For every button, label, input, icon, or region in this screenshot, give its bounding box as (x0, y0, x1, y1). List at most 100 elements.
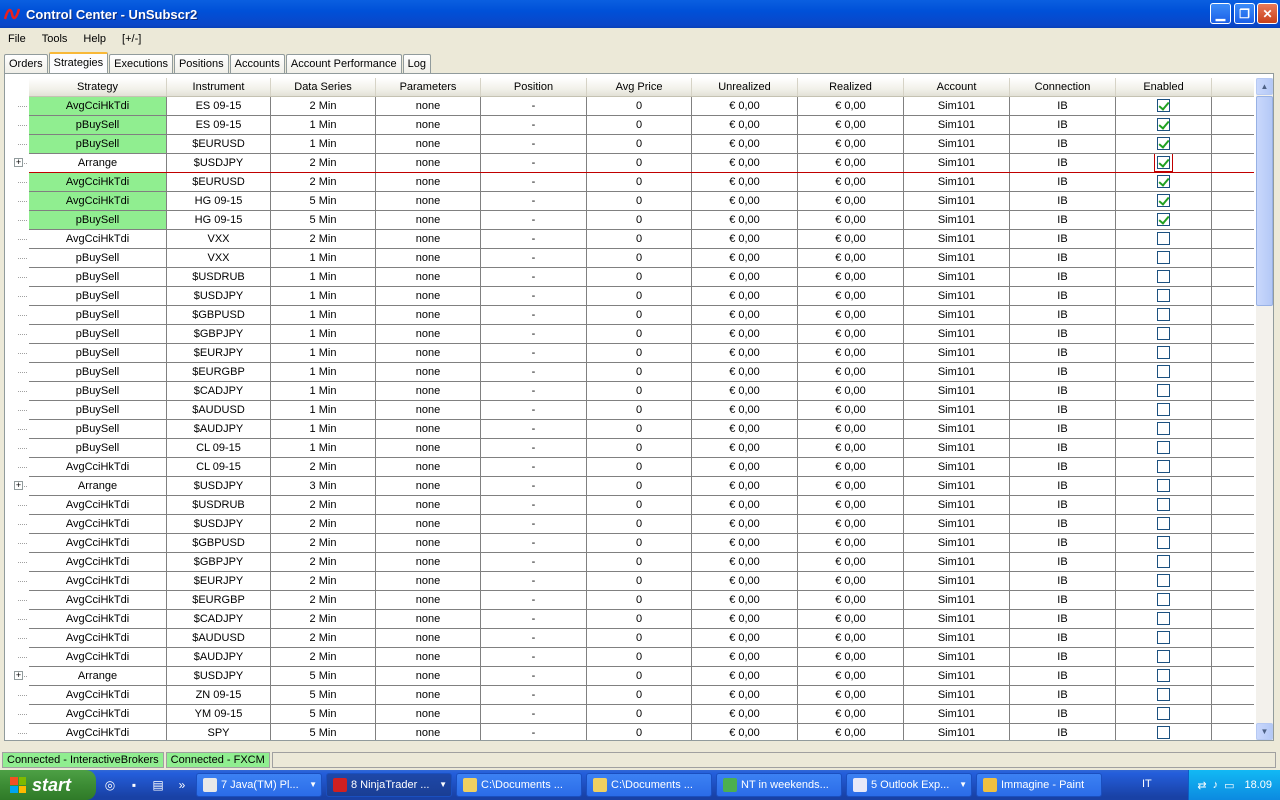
enabled-checkbox[interactable] (1157, 250, 1170, 264)
tab-executions[interactable]: Executions (109, 54, 173, 73)
table-row[interactable]: AvgCciHkTdi $GBPUSD 2 Min none -0 € 0,00 € 0,0… (29, 534, 1254, 553)
table-row[interactable]: pBuySell $GBPJPY 1 Min none -0 € 0,00 € 0,00 Si… (29, 325, 1254, 344)
enabled-checkbox[interactable] (1157, 554, 1170, 568)
table-row[interactable]: AvgCciHkTdi $AUDJPY 2 Min none -0 € 0,00 € 0,0… (29, 648, 1254, 667)
taskbar-button[interactable]: C:\Documents ... (456, 773, 582, 797)
enabled-checkbox[interactable] (1157, 364, 1170, 378)
table-row[interactable]: AvgCciHkTdi ES 09-15 2 Min none -0 € 0,00 € 0,… (29, 97, 1254, 116)
quicklaunch-browser-icon[interactable]: ◎ (100, 775, 120, 795)
enabled-checkbox[interactable] (1157, 725, 1170, 739)
enabled-checkbox[interactable] (1157, 117, 1170, 131)
column-header-account[interactable]: Account (904, 78, 1010, 96)
column-header-realized[interactable]: Realized (798, 78, 904, 96)
tab-positions[interactable]: Positions (173, 54, 229, 73)
taskbar-button[interactable]: 8 NinjaTrader ... ▼ (326, 773, 452, 797)
enabled-checkbox[interactable] (1157, 630, 1170, 644)
expand-row-icon[interactable]: + (14, 481, 23, 490)
enabled-checkbox[interactable] (1157, 478, 1170, 492)
expand-row-icon[interactable]: + (14, 671, 23, 680)
scroll-down-button[interactable]: ▼ (1256, 723, 1273, 740)
enabled-checkbox[interactable] (1157, 497, 1170, 511)
expand-row-icon[interactable]: + (14, 158, 23, 167)
minimize-button[interactable]: ▁ (1210, 3, 1231, 24)
table-row[interactable]: AvgCciHkTdi $CADJPY 2 Min none -0 € 0,00 € 0,0… (29, 610, 1254, 629)
table-row[interactable]: Arrange $USDJPY 5 Min none -0 € 0,00 € 0,00 Sim… (29, 667, 1254, 686)
enabled-checkbox[interactable] (1157, 231, 1170, 245)
enabled-checkbox[interactable] (1157, 687, 1170, 701)
tab-account-performance[interactable]: Account Performance (285, 54, 402, 73)
taskbar-button[interactable]: C:\Documents ... (586, 773, 712, 797)
column-header-strategy[interactable]: Strategy (29, 78, 167, 96)
table-row[interactable]: pBuySell $USDRUB 1 Min none -0 € 0,00 € 0,00 Si… (29, 268, 1254, 287)
enabled-checkbox[interactable] (1157, 212, 1170, 226)
taskbar-button[interactable]: 5 Outlook Exp... ▼ (846, 773, 972, 797)
quicklaunch-desktop-icon[interactable]: ▪ (124, 775, 144, 795)
quicklaunch-more-icon[interactable]: » (172, 775, 192, 795)
taskbar-button[interactable]: NT in weekends... (716, 773, 842, 797)
table-row[interactable]: AvgCciHkTdi $EURUSD 2 Min none -0 € 0,00 € 0,0… (29, 173, 1254, 192)
table-row[interactable]: AvgCciHkTdi HG 09-15 5 Min none -0 € 0,00 € 0,… (29, 192, 1254, 211)
enabled-checkbox[interactable] (1157, 269, 1170, 283)
enabled-checkbox[interactable] (1157, 193, 1170, 207)
table-row[interactable]: pBuySell $AUDUSD 1 Min none -0 € 0,00 € 0,00 Si… (29, 401, 1254, 420)
enabled-checkbox[interactable] (1157, 459, 1170, 473)
menu-tools[interactable]: Tools (34, 29, 76, 49)
column-header-connection[interactable]: Connection (1010, 78, 1116, 96)
table-row[interactable]: pBuySell $GBPUSD 1 Min none -0 € 0,00 € 0,00 Si… (29, 306, 1254, 325)
enabled-checkbox[interactable] (1157, 288, 1170, 302)
enabled-checkbox[interactable] (1157, 668, 1170, 682)
enabled-checkbox[interactable] (1157, 440, 1170, 454)
enabled-checkbox[interactable] (1157, 611, 1170, 625)
table-row[interactable]: AvgCciHkTdi CL 09-15 2 Min none -0 € 0,00 € 0,… (29, 458, 1254, 477)
column-header-avg-price[interactable]: Avg Price (587, 78, 692, 96)
maximize-button[interactable]: ❐ (1234, 3, 1255, 24)
table-row[interactable]: pBuySell VXX 1 Min none -0 € 0,00 € 0,00 Sim101… (29, 249, 1254, 268)
table-row[interactable]: AvgCciHkTdi $USDJPY 2 Min none -0 € 0,00 € 0,0… (29, 515, 1254, 534)
table-row[interactable]: pBuySell CL 09-15 1 Min none -0 € 0,00 € 0,00 S… (29, 439, 1254, 458)
column-header-data-series[interactable]: Data Series (271, 78, 376, 96)
language-indicator[interactable]: IT (1142, 778, 1152, 790)
tab-orders[interactable]: Orders (4, 54, 48, 73)
menu-help[interactable]: Help (75, 29, 114, 49)
column-header-instrument[interactable]: Instrument (167, 78, 271, 96)
enabled-checkbox[interactable] (1157, 592, 1170, 606)
table-row[interactable]: Arrange $USDJPY 2 Min none -0 € 0,00 € 0,00 Sim… (29, 154, 1254, 173)
column-header-position[interactable]: Position (481, 78, 587, 96)
table-row[interactable]: pBuySell HG 09-15 5 Min none -0 € 0,00 € 0,00 S… (29, 211, 1254, 230)
table-row[interactable]: AvgCciHkTdi YM 09-15 5 Min none -0 € 0,00 € 0,… (29, 705, 1254, 724)
table-row[interactable]: pBuySell ES 09-15 1 Min none -0 € 0,00 € 0,00 S… (29, 116, 1254, 135)
enabled-checkbox[interactable] (1157, 706, 1170, 720)
table-row[interactable]: AvgCciHkTdi ZN 09-15 5 Min none -0 € 0,00 € 0,… (29, 686, 1254, 705)
close-button[interactable]: ✕ (1257, 3, 1278, 24)
enabled-checkbox[interactable] (1157, 326, 1170, 340)
enabled-checkbox[interactable] (1157, 307, 1170, 321)
enabled-checkbox[interactable] (1157, 516, 1170, 530)
table-row[interactable]: AvgCciHkTdi $GBPJPY 2 Min none -0 € 0,00 € 0,0… (29, 553, 1254, 572)
menu-file[interactable]: File (0, 29, 34, 49)
enabled-checkbox[interactable] (1157, 345, 1170, 359)
table-row[interactable]: pBuySell $AUDJPY 1 Min none -0 € 0,00 € 0,00 Si… (29, 420, 1254, 439)
start-button[interactable]: start (0, 770, 96, 800)
enabled-checkbox[interactable] (1157, 649, 1170, 663)
column-header-parameters[interactable]: Parameters (376, 78, 481, 96)
tray-network-icon[interactable]: ⇄ (1197, 779, 1206, 792)
enabled-checkbox[interactable] (1157, 136, 1170, 150)
table-row[interactable]: AvgCciHkTdi SPY 5 Min none -0 € 0,00 € 0,00 Sim… (29, 724, 1254, 740)
table-row[interactable]: Arrange $USDJPY 3 Min none -0 € 0,00 € 0,00 Sim… (29, 477, 1254, 496)
tray-clock[interactable]: 18.09 (1244, 779, 1272, 791)
title-bar[interactable]: Control Center - UnSubscr2 ▁ ❐ ✕ (0, 0, 1280, 28)
tray-monitor-icon[interactable]: ▭ (1224, 779, 1234, 792)
enabled-checkbox[interactable] (1157, 573, 1170, 587)
enabled-checkbox[interactable] (1157, 421, 1170, 435)
scroll-thumb[interactable] (1256, 96, 1273, 306)
table-row[interactable]: AvgCciHkTdi $EURJPY 2 Min none -0 € 0,00 € 0,0… (29, 572, 1254, 591)
enabled-checkbox[interactable] (1157, 383, 1170, 397)
table-row[interactable]: AvgCciHkTdi $AUDUSD 2 Min none -0 € 0,00 € 0,0… (29, 629, 1254, 648)
column-header-unrealized[interactable]: Unrealized (692, 78, 798, 96)
enabled-checkbox[interactable] (1154, 154, 1173, 172)
enabled-checkbox[interactable] (1157, 535, 1170, 549)
table-row[interactable]: pBuySell $EURJPY 1 Min none -0 € 0,00 € 0,00 Si… (29, 344, 1254, 363)
table-row[interactable]: AvgCciHkTdi $USDRUB 2 Min none -0 € 0,00 € 0,0… (29, 496, 1254, 515)
tray-volume-icon[interactable]: ♪ (1213, 779, 1219, 791)
table-row[interactable]: AvgCciHkTdi VXX 2 Min none -0 € 0,00 € 0,00 Sim… (29, 230, 1254, 249)
